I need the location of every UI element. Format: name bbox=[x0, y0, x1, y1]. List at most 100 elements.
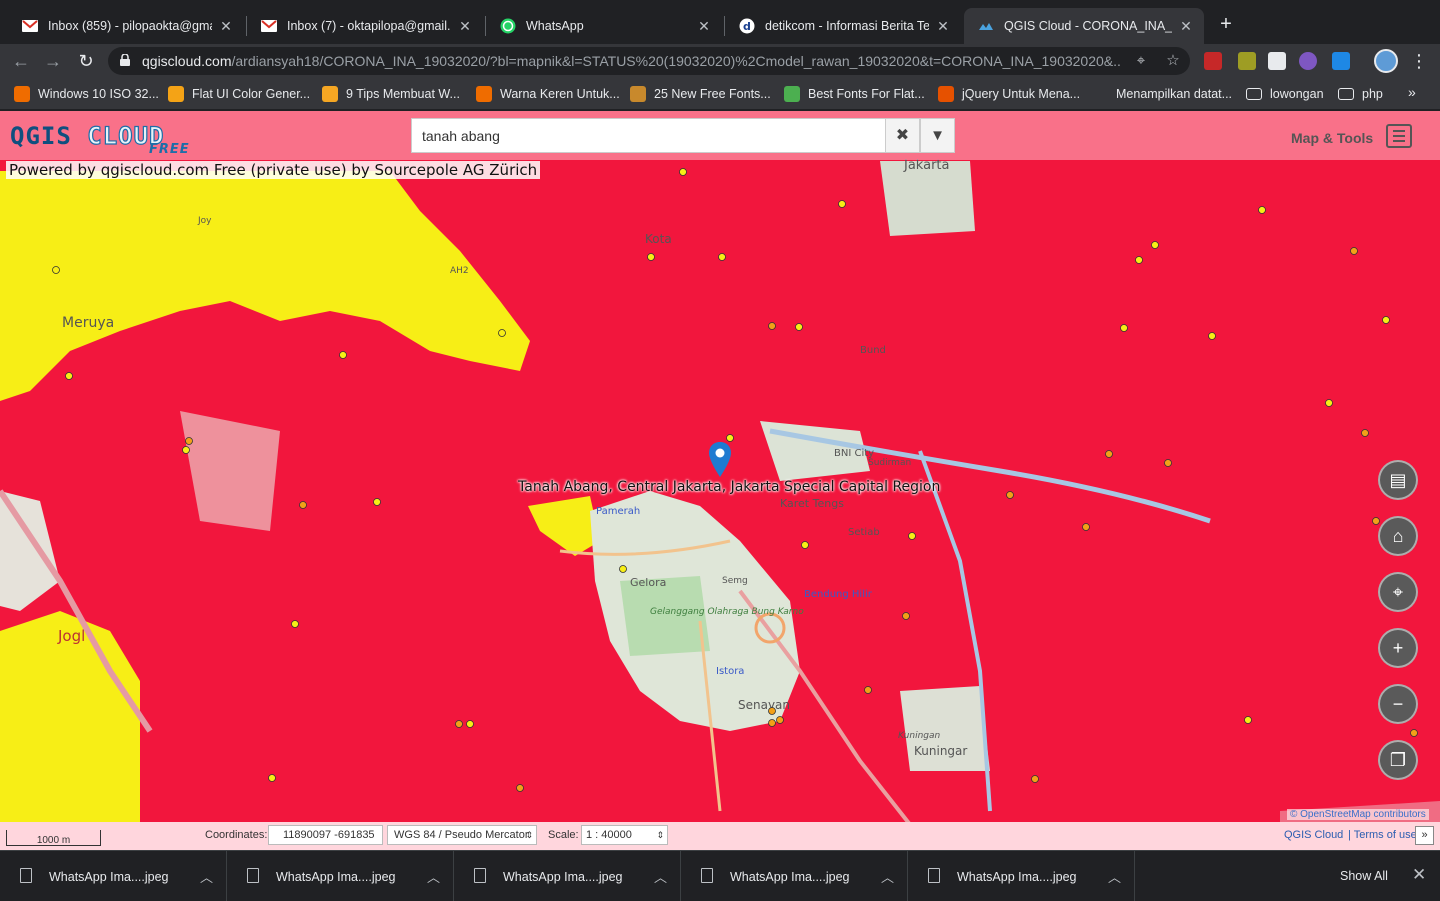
bookmark-folder[interactable]: lowongan bbox=[1246, 85, 1324, 103]
chevron-up-icon[interactable]: ︿ bbox=[427, 867, 440, 886]
location-pin-icon[interactable] bbox=[708, 442, 732, 478]
location-icon[interactable]: ⌖ bbox=[1132, 52, 1150, 70]
show-all-button[interactable]: Show All bbox=[1324, 861, 1404, 891]
download-item[interactable]: WhatsApp Ima....jpeg ︿ bbox=[681, 851, 908, 901]
tab-gmail-2[interactable]: Inbox (7) - oktapilopa@gmail.com ✕ bbox=[247, 8, 483, 44]
tab-qgis-cloud[interactable]: QGIS Cloud - CORONA_INA_19032020 ✕ bbox=[964, 8, 1204, 44]
case-point bbox=[1350, 247, 1358, 255]
tab-strip: Inbox (859) - pilopaokta@gmail.com ✕ Inb… bbox=[0, 0, 1440, 44]
case-point bbox=[516, 784, 524, 792]
close-tab-icon[interactable]: ✕ bbox=[696, 18, 712, 34]
bookmark-item[interactable]: Windows 10 ISO 32... bbox=[14, 85, 159, 103]
map-label: Semg bbox=[722, 576, 748, 586]
crs-select[interactable]: WGS 84 / Pseudo Mercator ⇕ bbox=[387, 825, 537, 845]
extension-icon[interactable] bbox=[1268, 52, 1286, 70]
coordinates-label: Coordinates: bbox=[205, 829, 268, 841]
file-icon bbox=[928, 868, 940, 883]
case-point bbox=[679, 168, 687, 176]
profile-avatar[interactable] bbox=[1374, 49, 1398, 73]
expand-button[interactable]: » bbox=[1415, 826, 1434, 845]
scale-bar: 1000 m bbox=[6, 830, 101, 846]
map-label: Setiab bbox=[848, 527, 880, 538]
tab-gmail-1[interactable]: Inbox (859) - pilopaokta@gmail.com ✕ bbox=[8, 8, 244, 44]
chevron-up-icon[interactable]: ︿ bbox=[200, 867, 213, 886]
forward-button[interactable]: → bbox=[40, 48, 66, 74]
search-input[interactable] bbox=[412, 119, 886, 152]
qgis-cloud-link[interactable]: QGIS Cloud bbox=[1284, 829, 1343, 841]
filter-icon[interactable]: ▼ bbox=[920, 118, 955, 153]
bookmark-item[interactable]: Warna Keren Untuk... bbox=[476, 85, 620, 103]
map-tools-label[interactable]: Map & Tools bbox=[1291, 130, 1373, 146]
extension-icon[interactable] bbox=[1299, 52, 1317, 70]
new-tab-button[interactable]: + bbox=[1214, 13, 1238, 37]
back-button[interactable]: ← bbox=[8, 48, 34, 74]
more-bookmarks-icon[interactable]: » bbox=[1408, 84, 1416, 100]
bookmark-item[interactable]: 9 Tips Membuat W... bbox=[322, 85, 460, 103]
map-label: Joy bbox=[197, 216, 212, 226]
extension-icon[interactable] bbox=[1204, 52, 1222, 70]
scale-select[interactable]: 1 : 40000 ⇕ bbox=[581, 825, 668, 845]
low-risk-zone bbox=[528, 496, 600, 556]
case-point bbox=[902, 612, 910, 620]
close-tab-icon[interactable]: ✕ bbox=[1178, 18, 1194, 34]
case-point bbox=[908, 532, 916, 540]
hamburger-menu-icon[interactable] bbox=[1386, 124, 1412, 148]
zoom-out-button[interactable]: − bbox=[1378, 684, 1418, 724]
case-point bbox=[864, 686, 872, 694]
bookmark-item[interactable]: 25 New Free Fonts... bbox=[630, 85, 771, 103]
crosshair-icon[interactable]: ⌖ bbox=[1378, 572, 1418, 612]
close-tab-icon[interactable]: ✕ bbox=[457, 18, 473, 34]
download-item[interactable]: WhatsApp Ima....jpeg ︿ bbox=[0, 851, 227, 901]
close-tab-icon[interactable]: ✕ bbox=[935, 18, 951, 34]
map-label: Meruya bbox=[62, 315, 114, 331]
chevron-up-icon[interactable]: ︿ bbox=[1108, 867, 1121, 886]
tab-title: WhatsApp bbox=[526, 19, 584, 33]
terms-link[interactable]: | Terms of use bbox=[1348, 829, 1417, 841]
case-point bbox=[1120, 324, 1128, 332]
case-point bbox=[1135, 256, 1143, 264]
zoom-in-button[interactable]: + bbox=[1378, 628, 1418, 668]
legend-icon[interactable]: ▤ bbox=[1378, 460, 1418, 500]
tab-whatsapp[interactable]: WhatsApp ✕ bbox=[486, 8, 722, 44]
case-point bbox=[647, 253, 655, 261]
extension-icon[interactable] bbox=[1332, 52, 1350, 70]
svg-text:d: d bbox=[743, 20, 751, 33]
home-icon[interactable]: ⌂ bbox=[1378, 516, 1418, 556]
layers-icon[interactable]: ❐ bbox=[1378, 740, 1418, 780]
bookmark-item[interactable]: jQuery Untuk Mena... bbox=[938, 85, 1080, 103]
case-point bbox=[1208, 332, 1216, 340]
bookmark-star-icon[interactable]: ☆ bbox=[1164, 52, 1182, 70]
map-label: Pamerah bbox=[596, 506, 640, 517]
logo-subtitle: FREE bbox=[149, 142, 190, 157]
address-bar[interactable]: qgiscloud.com/ardiansyah18/CORONA_INA_19… bbox=[108, 47, 1190, 75]
download-item[interactable]: WhatsApp Ima....jpeg ︿ bbox=[454, 851, 681, 901]
chevron-up-icon[interactable]: ︿ bbox=[654, 867, 667, 886]
case-point bbox=[1105, 450, 1113, 458]
bookmark-item[interactable]: Menampilkan datat... bbox=[1092, 85, 1232, 103]
browser-toolbar: ← → ↻ qgiscloud.com/ardiansyah18/CORONA_… bbox=[0, 44, 1440, 78]
extension-icon[interactable] bbox=[1238, 52, 1256, 70]
gmail-icon bbox=[261, 18, 277, 34]
map-canvas[interactable]: Jakarta Kota Meruya AH2 Bund BNI City Su… bbox=[0, 111, 1440, 850]
bookmarks-bar: Windows 10 ISO 32... Flat UI Color Gener… bbox=[0, 78, 1440, 110]
download-item[interactable]: WhatsApp Ima....jpeg ︿ bbox=[908, 851, 1135, 901]
map-label: Kuningar bbox=[914, 744, 967, 758]
bookmark-item[interactable]: Flat UI Color Gener... bbox=[168, 85, 310, 103]
chevron-up-icon[interactable]: ︿ bbox=[881, 867, 894, 886]
map-label: Kuningan bbox=[898, 731, 941, 741]
case-point bbox=[768, 322, 776, 330]
menu-kebab-icon[interactable]: ⋮ bbox=[1406, 48, 1432, 74]
bookmark-item[interactable]: Best Fonts For Flat... bbox=[784, 85, 925, 103]
osm-credit[interactable]: © OpenStreetMap contributors bbox=[1287, 809, 1429, 820]
clear-search-button[interactable]: ✖ bbox=[885, 118, 920, 153]
download-item[interactable]: WhatsApp Ima....jpeg ︿ bbox=[227, 851, 454, 901]
close-tab-icon[interactable]: ✕ bbox=[218, 18, 234, 34]
tab-detik[interactable]: d detikcom - Informasi Berita Terupdate … bbox=[725, 8, 961, 44]
bookmark-folder[interactable]: php bbox=[1338, 85, 1383, 103]
reload-button[interactable]: ↻ bbox=[73, 48, 99, 74]
case-point bbox=[268, 774, 276, 782]
close-icon[interactable]: ✕ bbox=[1412, 865, 1426, 885]
case-point bbox=[619, 565, 627, 573]
detik-icon: d bbox=[739, 18, 755, 34]
search-field[interactable] bbox=[411, 118, 887, 153]
